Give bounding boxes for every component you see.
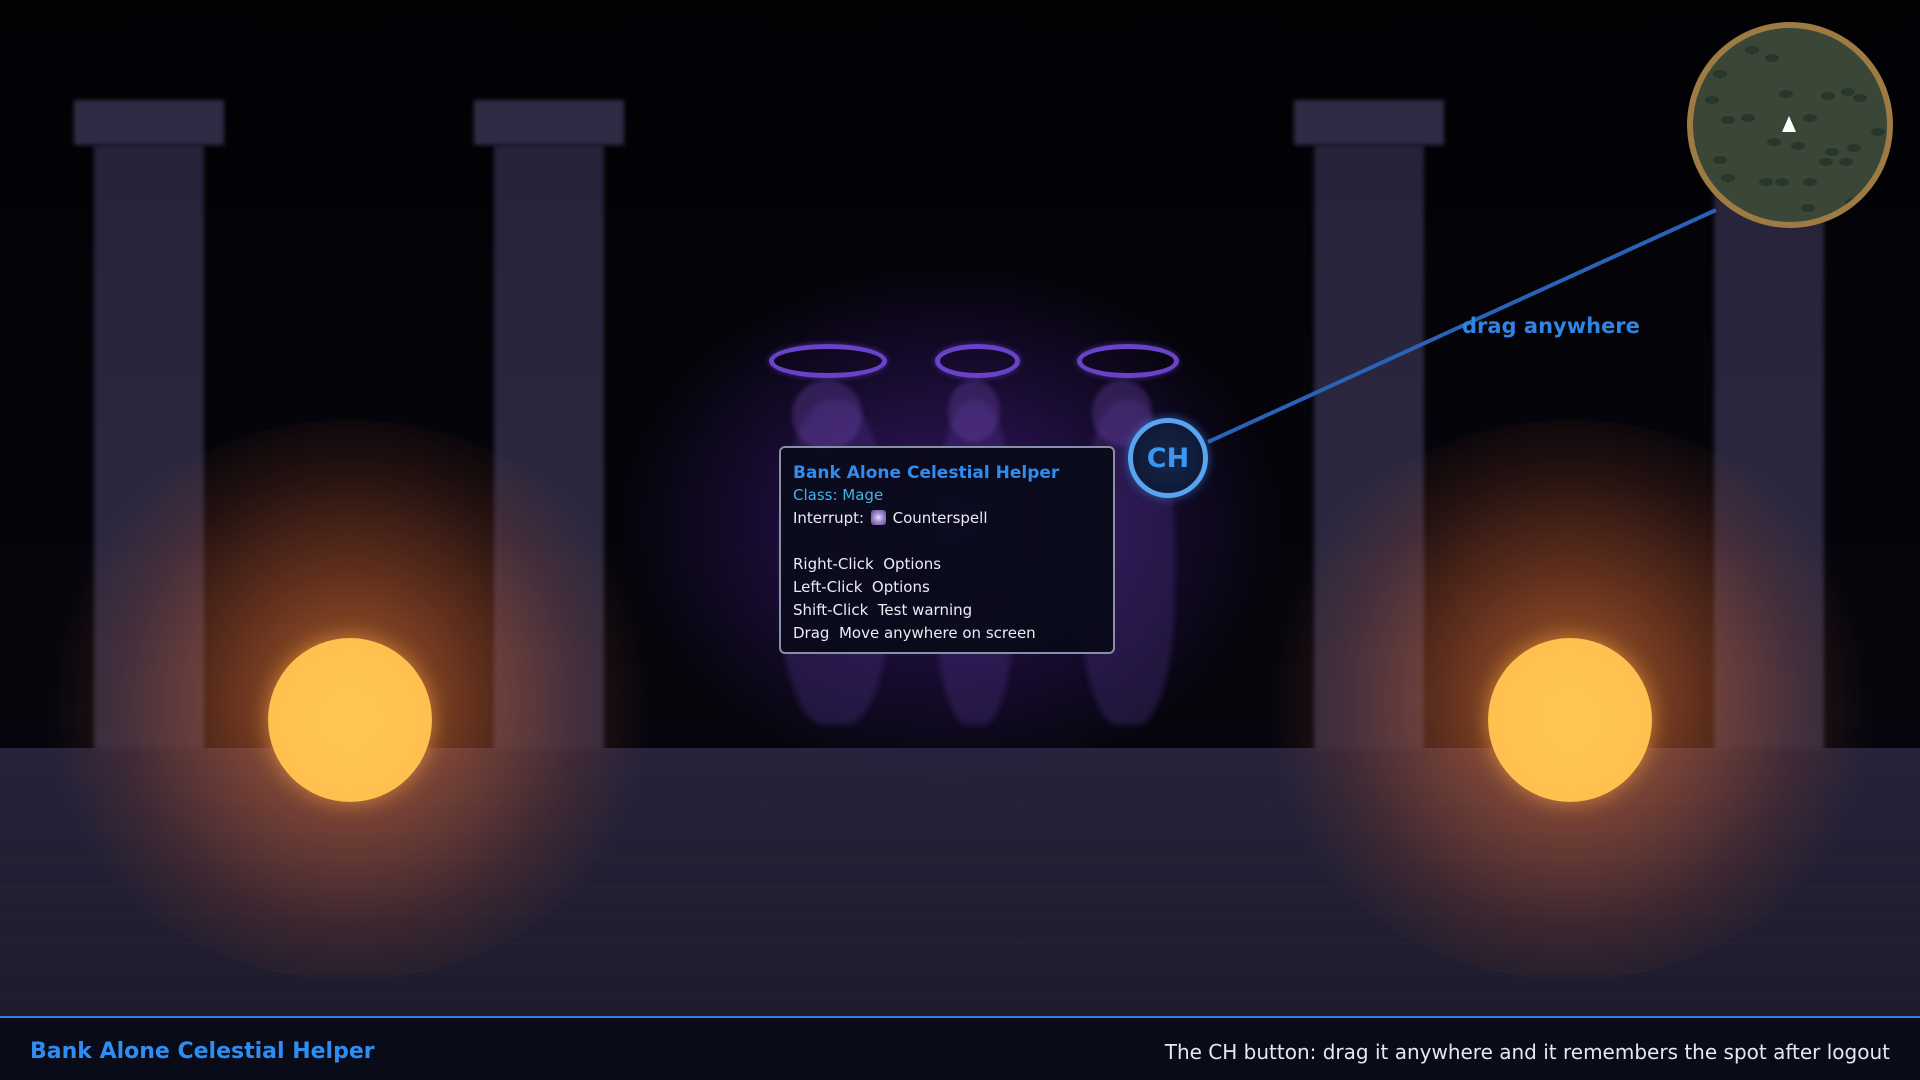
bottom-status-bar: Bank Alone Celestial Helper The CH butto… bbox=[0, 1016, 1920, 1080]
counterspell-icon bbox=[870, 510, 886, 525]
tooltip-title: Bank Alone Celestial Helper bbox=[793, 463, 1060, 483]
minimap-terrain bbox=[1741, 114, 1755, 122]
ch-button[interactable]: CH bbox=[1128, 418, 1208, 498]
minimap-terrain bbox=[1803, 178, 1817, 186]
tooltip-line-drag: Drag Move anywhere on screen bbox=[793, 624, 1036, 642]
minimap-terrain bbox=[1745, 46, 1759, 54]
interrupt-spell: Counterspell bbox=[892, 509, 988, 527]
tooltip-class: Class: Mage bbox=[793, 486, 884, 504]
minimap-terrain bbox=[1765, 54, 1779, 62]
tooltip-spacer bbox=[793, 530, 1101, 553]
minimap-terrain bbox=[1859, 192, 1873, 200]
minimap-terrain bbox=[1791, 142, 1805, 150]
minimap-terrain bbox=[1845, 198, 1859, 206]
tooltip-line-left-click: Left-Click Options bbox=[793, 578, 930, 596]
minimap-terrain bbox=[1871, 128, 1885, 136]
addon-description: The CH button: drag it anywhere and it r… bbox=[1164, 1040, 1890, 1064]
tooltip-line-right-click: Right-Click Options bbox=[793, 555, 942, 573]
minimap-terrain bbox=[1779, 90, 1793, 98]
player-arrow-icon bbox=[1782, 116, 1796, 132]
ch-button-label: CH bbox=[1146, 442, 1190, 474]
minimap-terrain bbox=[1721, 116, 1735, 124]
tooltip-interrupt: Interrupt: Counterspell bbox=[793, 507, 1101, 530]
minimap-terrain bbox=[1825, 148, 1839, 156]
minimap-terrain bbox=[1803, 114, 1817, 122]
minimap-terrain bbox=[1759, 178, 1773, 186]
minimap-terrain bbox=[1713, 156, 1727, 164]
minimap-terrain bbox=[1713, 70, 1727, 78]
minimap-terrain bbox=[1767, 138, 1781, 146]
minimap-terrain bbox=[1819, 158, 1833, 166]
addon-title: Bank Alone Celestial Helper bbox=[30, 1039, 375, 1064]
minimap-terrain bbox=[1847, 144, 1861, 152]
drag-callout: drag anywhere bbox=[1462, 314, 1640, 338]
minimap-terrain bbox=[1853, 94, 1867, 102]
minimap-terrain bbox=[1821, 92, 1835, 100]
minimap-terrain bbox=[1721, 174, 1735, 182]
interrupt-label: Interrupt: bbox=[793, 509, 865, 527]
minimap-terrain bbox=[1801, 204, 1815, 212]
minimap-terrain bbox=[1775, 178, 1789, 186]
minimap-terrain bbox=[1839, 158, 1853, 166]
tooltip-line-shift-click: Shift-Click Test warning bbox=[793, 601, 973, 619]
minimap-terrain bbox=[1705, 96, 1719, 104]
minimap-terrain bbox=[1841, 88, 1855, 96]
helper-tooltip: Bank Alone Celestial Helper Class: Mage … bbox=[779, 446, 1115, 654]
